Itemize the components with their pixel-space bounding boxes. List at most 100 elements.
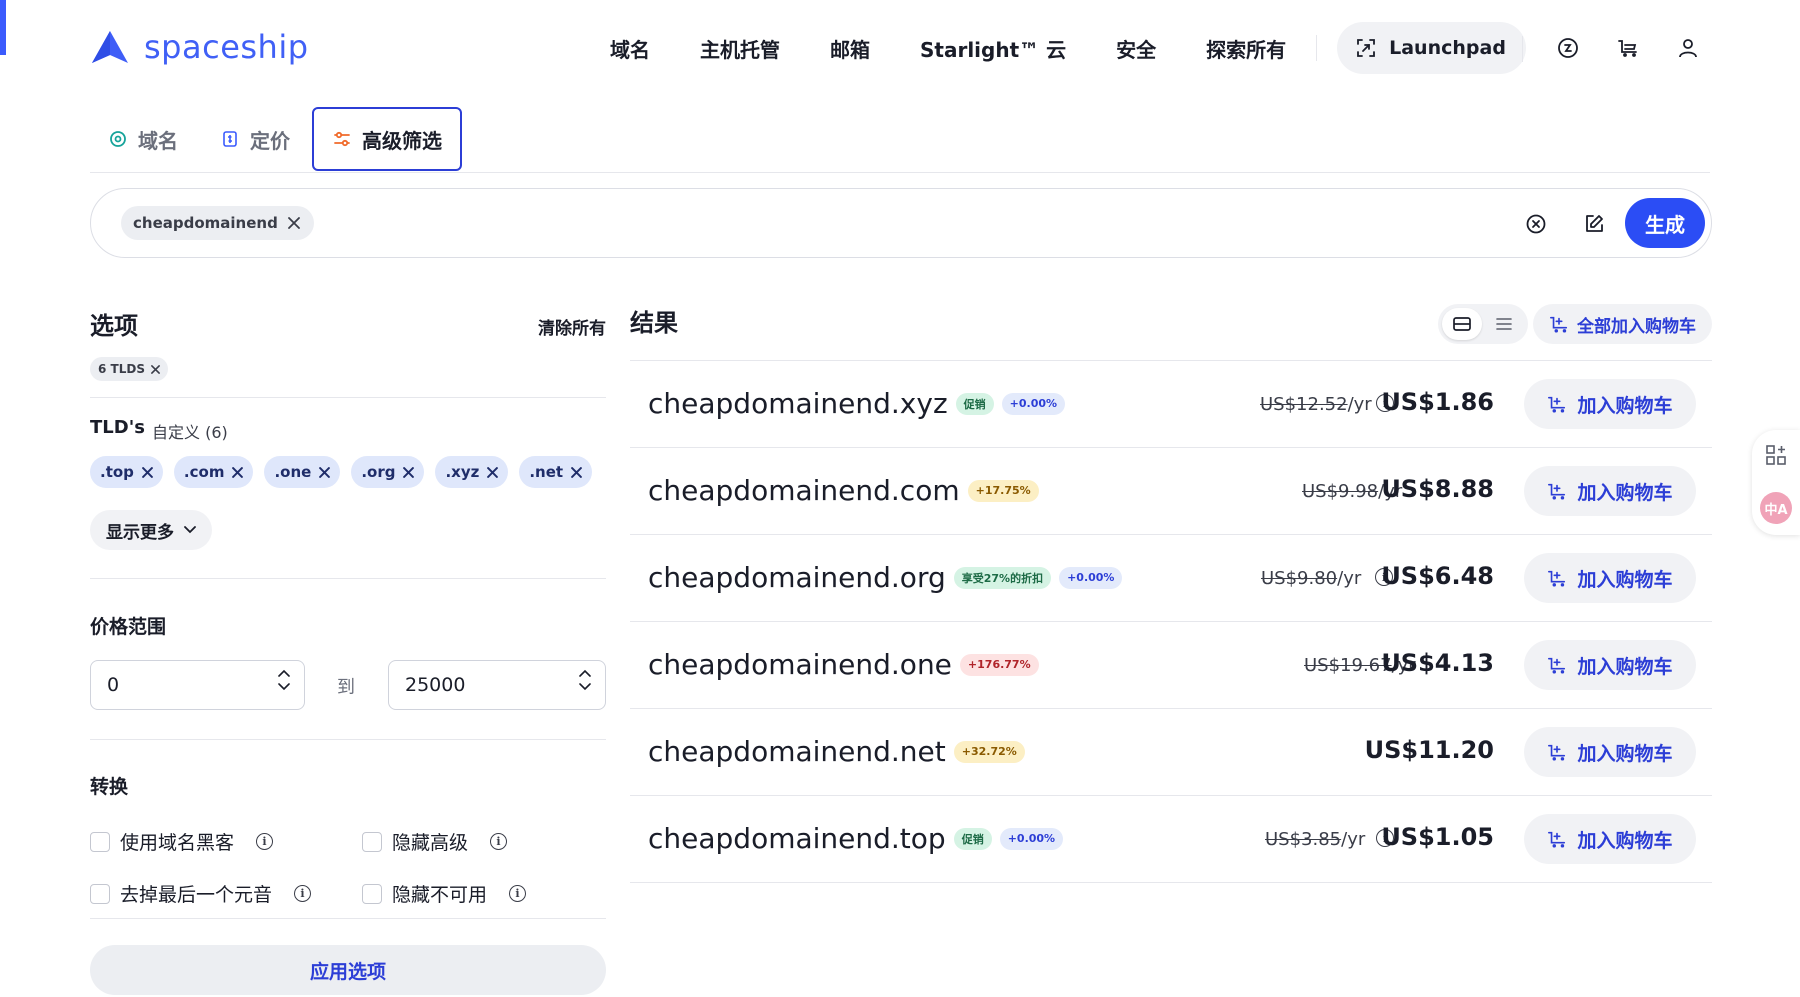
add-to-cart-button[interactable]: 加入购物车 bbox=[1524, 379, 1696, 429]
tab-advanced-filter[interactable]: 高级筛选 bbox=[312, 107, 462, 171]
price-badge: +17.75% bbox=[967, 479, 1039, 502]
nav-item-email[interactable]: 邮箱 bbox=[830, 34, 870, 63]
checkbox-label: 隐藏高级 bbox=[392, 832, 469, 854]
price-tag-icon bbox=[223, 131, 237, 147]
price-max-stepper[interactable] bbox=[579, 669, 591, 691]
info-icon[interactable]: i bbox=[490, 833, 508, 850]
search-keyword-chip[interactable]: cheapdomainend bbox=[121, 206, 314, 240]
divider bbox=[90, 739, 606, 740]
close-icon[interactable] bbox=[487, 466, 499, 478]
tld-chip[interactable]: .net bbox=[519, 456, 593, 488]
chevron-up-icon[interactable] bbox=[579, 669, 591, 677]
price-min-input[interactable]: 0 bbox=[90, 660, 305, 710]
app-grid-icon[interactable] bbox=[1765, 444, 1787, 466]
generate-button[interactable]: 生成 bbox=[1625, 198, 1705, 248]
checkbox[interactable] bbox=[362, 831, 382, 852]
user-icon[interactable] bbox=[1674, 34, 1702, 62]
chevron-up-icon[interactable] bbox=[278, 669, 290, 677]
price-min-value: 0 bbox=[107, 674, 120, 696]
result-domain[interactable]: cheapdomainend.top 促销 +0.00% bbox=[648, 822, 1064, 855]
clear-all-button[interactable]: 清除所有 bbox=[538, 314, 606, 339]
nav-item-explore-all[interactable]: 探索所有 bbox=[1206, 34, 1286, 63]
list-view-button[interactable] bbox=[1484, 308, 1524, 340]
add-to-cart-button[interactable]: 加入购物车 bbox=[1524, 814, 1696, 864]
chevron-down-icon[interactable] bbox=[278, 683, 290, 691]
add-cart-icon bbox=[1548, 483, 1566, 500]
chevron-down-icon[interactable] bbox=[579, 683, 591, 691]
checkbox-drop-last-vowel[interactable]: 去掉最后一个元音 i bbox=[90, 880, 312, 907]
tab-domains-label: 域名 bbox=[138, 128, 178, 153]
add-all-to-cart-button[interactable]: 全部加入购物车 bbox=[1533, 304, 1712, 344]
add-to-cart-button[interactable]: 加入购物车 bbox=[1524, 727, 1696, 777]
result-domain[interactable]: cheapdomainend.one +176.77% bbox=[648, 648, 1039, 681]
checkbox-label: 使用域名黑客 bbox=[120, 832, 235, 854]
price-max-input[interactable]: 25000 bbox=[388, 660, 606, 710]
show-more-button[interactable]: 显示更多 bbox=[90, 510, 212, 550]
price-min-stepper[interactable] bbox=[278, 669, 290, 691]
tld-chip-label: .top bbox=[100, 463, 134, 481]
add-to-cart-button[interactable]: 加入购物车 bbox=[1524, 466, 1696, 516]
info-icon[interactable]: i bbox=[509, 885, 527, 902]
tld-count-chip[interactable]: 6 TLDS bbox=[90, 357, 168, 381]
result-domain[interactable]: cheapdomainend.net +32.72% bbox=[648, 735, 1025, 768]
result-domain[interactable]: cheapdomainend.org 享受27%的折扣 +0.00% bbox=[648, 561, 1123, 594]
info-icon[interactable]: i bbox=[256, 833, 274, 850]
nav-item-hosting[interactable]: 主机托管 bbox=[700, 34, 780, 63]
close-icon[interactable] bbox=[319, 466, 331, 478]
checkbox-use-domain-hack[interactable]: 使用域名黑客 i bbox=[90, 828, 274, 855]
close-icon[interactable] bbox=[287, 217, 300, 229]
nav-item-security[interactable]: 安全 bbox=[1116, 34, 1156, 63]
result-domain[interactable]: cheapdomainend.xyz 促销 +0.00% bbox=[648, 387, 1066, 420]
card-view-button[interactable] bbox=[1442, 308, 1482, 340]
tab-domains[interactable]: 域名 bbox=[90, 107, 196, 171]
add-to-cart-button[interactable]: 加入购物车 bbox=[1524, 640, 1696, 690]
launchpad-button[interactable]: Launchpad bbox=[1337, 22, 1526, 74]
tab-pricing[interactable]: 定价 bbox=[202, 107, 308, 171]
close-icon[interactable] bbox=[142, 466, 153, 478]
nav-item-starlight-cloud[interactable]: Starlight™ 云 bbox=[920, 34, 1066, 63]
list-view-icon bbox=[1496, 318, 1512, 330]
tld-chip[interactable]: .one bbox=[264, 456, 341, 488]
original-price-value: US$9.80 bbox=[1261, 568, 1338, 589]
close-icon[interactable] bbox=[151, 364, 160, 374]
price-badge: +32.72% bbox=[953, 740, 1025, 763]
nav-divider bbox=[1316, 35, 1318, 61]
close-icon[interactable] bbox=[232, 466, 244, 478]
domain-name: cheapdomainend.org bbox=[648, 561, 946, 594]
tld-chip[interactable]: .top bbox=[90, 456, 163, 488]
results-title: 结果 bbox=[630, 309, 678, 337]
add-to-cart-label: 加入购物车 bbox=[1577, 655, 1673, 678]
add-cart-icon bbox=[1548, 744, 1566, 761]
result-row: cheapdomainend.org 享受27%的折扣 +0.00% US$9.80/… bbox=[630, 535, 1712, 622]
add-to-cart-label: 加入购物车 bbox=[1577, 742, 1673, 765]
checkbox-label: 去掉最后一个元音 bbox=[120, 884, 273, 906]
add-to-cart-button[interactable]: 加入购物车 bbox=[1524, 553, 1696, 603]
translate-icon[interactable]: 中A bbox=[1760, 492, 1792, 524]
spaceship-logo-icon bbox=[92, 31, 128, 63]
close-icon[interactable] bbox=[571, 466, 582, 478]
close-icon[interactable] bbox=[403, 466, 415, 478]
add-to-cart-label: 加入购物车 bbox=[1577, 568, 1673, 591]
checkbox[interactable] bbox=[362, 883, 382, 904]
edit-icon[interactable] bbox=[1581, 211, 1607, 237]
checkbox-hide-unavailable[interactable]: 隐藏不可用 i bbox=[362, 880, 527, 907]
checkbox-hide-premium[interactable]: 隐藏高级 i bbox=[362, 828, 508, 855]
tld-chip[interactable]: .com bbox=[173, 456, 254, 488]
add-cart-icon bbox=[1550, 316, 1568, 333]
search-mode-tabs: 域名 定价 高级筛选 bbox=[90, 107, 1710, 173]
price-badge: +0.00% bbox=[1001, 392, 1066, 415]
brand-logo[interactable]: spaceship bbox=[90, 28, 309, 66]
info-icon[interactable]: i bbox=[294, 885, 312, 902]
result-domain[interactable]: cheapdomainend.com +17.75% bbox=[648, 474, 1039, 507]
tld-chip[interactable]: .xyz bbox=[435, 456, 509, 488]
clear-circle-icon[interactable] bbox=[1523, 211, 1549, 237]
cart-icon[interactable] bbox=[1614, 34, 1642, 62]
nav-item-domains[interactable]: 域名 bbox=[610, 34, 650, 63]
checkbox[interactable] bbox=[90, 831, 110, 852]
result-row: cheapdomainend.top 促销 +0.00% US$3.85/yr i US$… bbox=[630, 796, 1712, 883]
dollar-circle-icon[interactable] bbox=[1554, 34, 1582, 62]
tld-chip[interactable]: .org bbox=[351, 456, 425, 488]
checkbox[interactable] bbox=[90, 883, 110, 904]
apply-options-button[interactable]: 应用选项 bbox=[90, 945, 606, 995]
domain-search-bar[interactable]: cheapdomainend 生成 bbox=[90, 188, 1712, 258]
